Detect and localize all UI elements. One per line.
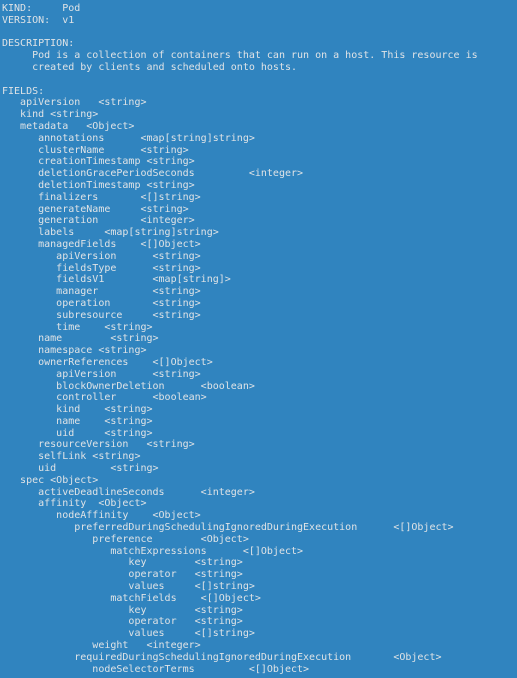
- field-line: controller <boolean>: [2, 392, 207, 404]
- field-line: deletionTimestamp <string>: [2, 179, 195, 191]
- field-line: managedFields <[]Object>: [2, 238, 201, 250]
- field-line: operator <string>: [2, 616, 243, 628]
- field-line: VERSION: v1: [2, 14, 75, 26]
- field-line: apiVersion <string>: [2, 250, 201, 262]
- field-line: selfLink <string>: [2, 451, 141, 463]
- field-line: preference <Object>: [2, 533, 249, 545]
- field-line: labels <map[string]string>: [2, 227, 219, 239]
- field-line: FIELDS:: [2, 85, 45, 97]
- field-line: kind <string>: [2, 109, 99, 121]
- field-line: kind <string>: [2, 404, 153, 416]
- field-line: KIND: Pod: [2, 3, 81, 14]
- field-line: key <string>: [2, 604, 243, 616]
- field-line: DESCRIPTION:: [2, 38, 75, 50]
- field-line: weight <integer>: [2, 640, 201, 652]
- field-line: operation <string>: [2, 297, 201, 309]
- field-line: metadata <Object>: [2, 120, 135, 132]
- field-line: nodeAffinity <Object>: [2, 510, 201, 522]
- field-line: operator <string>: [2, 569, 243, 581]
- field-line: fieldsType <string>: [2, 262, 201, 274]
- field-line: clusterName <string>: [2, 144, 189, 156]
- field-line: name <string>: [2, 333, 159, 345]
- field-line: manager <string>: [2, 286, 201, 298]
- field-line: generateName <string>: [2, 203, 189, 215]
- field-line: resourceVersion <string>: [2, 439, 195, 451]
- field-line: blockOwnerDeletion <boolean>: [2, 380, 255, 392]
- field-line: annotations <map[string]string>: [2, 132, 255, 144]
- field-line: Pod is a collection of containers that c…: [2, 50, 478, 62]
- field-line: fieldsV1 <map[string]>: [2, 274, 231, 286]
- field-line: preferredDuringSchedulingIgnoredDuringEx…: [2, 522, 454, 534]
- field-line: ownerReferences <[]Object>: [2, 356, 213, 368]
- field-line: matchExpressions <[]Object>: [2, 545, 304, 557]
- terminal-output[interactable]: KIND: Pod VERSION: v1 DESCRIPTION: Pod is…: [0, 0, 517, 678]
- field-line: nodeSelectorTerms <[]Object>: [2, 663, 310, 675]
- field-line: deletionGracePeriodSeconds <integer>: [2, 168, 304, 180]
- field-line: activeDeadlineSeconds <integer>: [2, 486, 255, 498]
- field-line: affinity <Object>: [2, 498, 147, 510]
- field-line: subresource <string>: [2, 309, 201, 321]
- field-line: created by clients and scheduled onto ho…: [2, 61, 298, 73]
- field-line: apiVersion <string>: [2, 97, 147, 109]
- field-line: creationTimestamp <string>: [2, 156, 195, 168]
- field-line: values <[]string>: [2, 628, 255, 640]
- field-line: name <string>: [2, 415, 153, 427]
- field-line: namespace <string>: [2, 345, 147, 357]
- field-line: matchFields <[]Object>: [2, 592, 261, 604]
- field-line: uid <string>: [2, 463, 159, 475]
- field-line: generation <integer>: [2, 215, 195, 227]
- field-line: finalizers <[]string>: [2, 191, 201, 203]
- field-line: requiredDuringSchedulingIgnoredDuringExe…: [2, 651, 442, 663]
- field-line: values <[]string>: [2, 581, 255, 593]
- field-line: spec <Object>: [2, 474, 99, 486]
- field-line: apiVersion <string>: [2, 368, 201, 380]
- field-line: time <string>: [2, 321, 153, 333]
- field-line: key <string>: [2, 557, 243, 569]
- field-line: uid <string>: [2, 427, 153, 439]
